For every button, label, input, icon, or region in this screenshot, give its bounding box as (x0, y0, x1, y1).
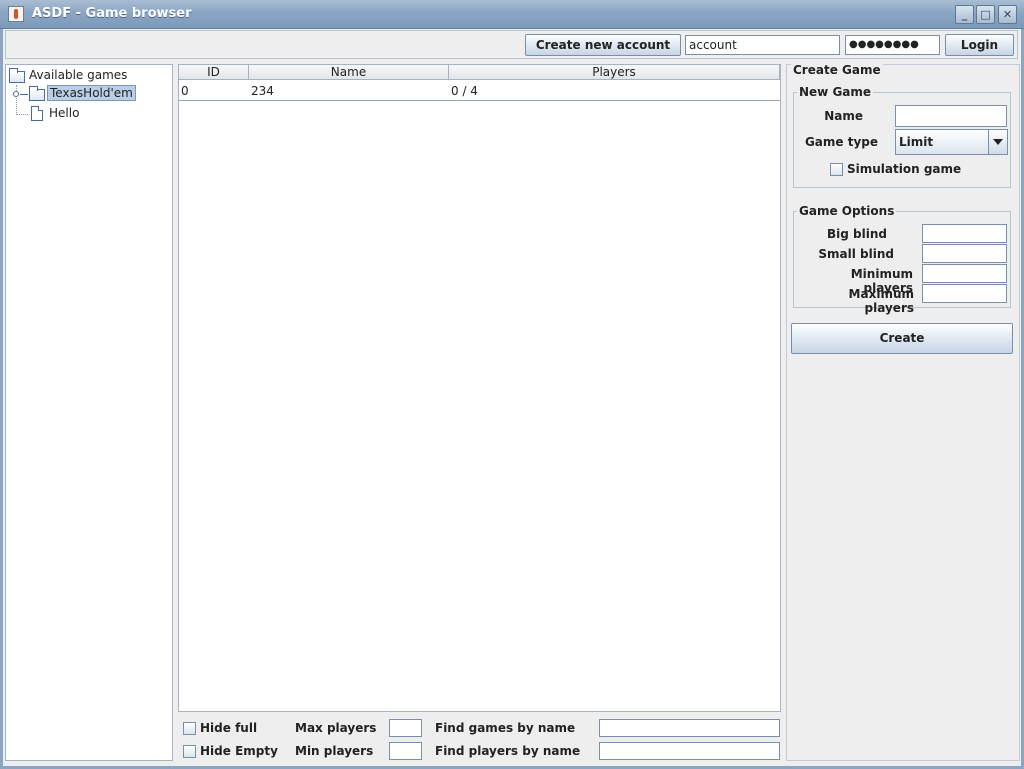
game-name-field[interactable] (895, 105, 1007, 127)
window-title: ASDF - Game browser (32, 6, 192, 21)
password-field[interactable]: ●●●●●●●● (845, 35, 940, 55)
hide-empty-checkbox[interactable] (183, 745, 196, 758)
account-field[interactable]: account (685, 35, 840, 55)
small-blind-label: Small blind (818, 247, 894, 261)
minimum-players-field[interactable] (922, 264, 1007, 283)
chevron-down-icon[interactable] (988, 130, 1007, 154)
big-blind-field[interactable] (922, 224, 1007, 243)
game-type-select[interactable]: Limit (895, 129, 1008, 155)
new-game-legend: New Game (797, 85, 874, 99)
close-button[interactable]: ✕ (998, 5, 1017, 24)
maximize-button[interactable]: □ (976, 5, 995, 24)
find-games-field[interactable] (599, 719, 780, 737)
title-bar: ASDF - Game browser _ □ ✕ (0, 0, 1024, 29)
folder-icon (29, 86, 45, 101)
simulation-game-checkbox[interactable] (830, 163, 843, 176)
create-button[interactable]: Create (791, 323, 1013, 354)
max-players-field[interactable] (389, 719, 422, 737)
login-button[interactable]: Login (945, 34, 1014, 56)
create-game-title: Create Game (791, 63, 883, 77)
maximum-players-label: Maximum players (848, 287, 914, 315)
file-icon (31, 106, 43, 121)
minimize-button[interactable]: _ (955, 5, 974, 24)
game-type-label: Game type (804, 135, 878, 149)
column-header-name[interactable]: Name (249, 65, 449, 80)
tree-item-texasholdem[interactable]: TexasHold'em (47, 85, 136, 101)
folder-open-icon (9, 68, 25, 83)
cell-id[interactable]: 0 (181, 83, 189, 99)
max-players-label: Max players (295, 721, 377, 735)
maximum-players-field[interactable] (922, 284, 1007, 303)
games-table[interactable]: ID Name Players 0 234 0 / 4 (178, 64, 781, 712)
tree-item-hello[interactable]: Hello (49, 106, 79, 120)
cell-name[interactable]: 234 (251, 83, 274, 99)
name-label: Name (824, 109, 863, 123)
games-tree[interactable]: Available games TexasHold'em Hello (5, 64, 173, 761)
create-account-button[interactable]: Create new account (525, 34, 681, 56)
column-header-id[interactable]: ID (179, 65, 249, 80)
tree-connector (16, 85, 17, 115)
hide-full-label[interactable]: Hide full (200, 721, 257, 735)
column-header-players[interactable]: Players (449, 65, 780, 80)
find-players-label: Find players by name (435, 744, 581, 758)
tree-connector (20, 94, 28, 95)
big-blind-label: Big blind (827, 227, 887, 241)
tree-connector (16, 114, 28, 115)
game-options-legend: Game Options (797, 204, 897, 218)
find-players-field[interactable] (599, 742, 780, 760)
hide-empty-label[interactable]: Hide Empty (200, 744, 278, 758)
simulation-game-label[interactable]: Simulation game (847, 162, 961, 176)
cell-players[interactable]: 0 / 4 (451, 83, 478, 99)
tree-root-label[interactable]: Available games (29, 68, 127, 82)
min-players-label: Min players (295, 744, 374, 758)
java-app-icon (8, 6, 24, 22)
game-type-value: Limit (899, 135, 934, 149)
min-players-field[interactable] (389, 742, 422, 760)
small-blind-field[interactable] (922, 244, 1007, 263)
hide-full-checkbox[interactable] (183, 722, 196, 735)
row-divider (179, 100, 780, 101)
expand-handle-icon[interactable] (13, 91, 19, 97)
find-games-label: Find games by name (435, 721, 576, 735)
